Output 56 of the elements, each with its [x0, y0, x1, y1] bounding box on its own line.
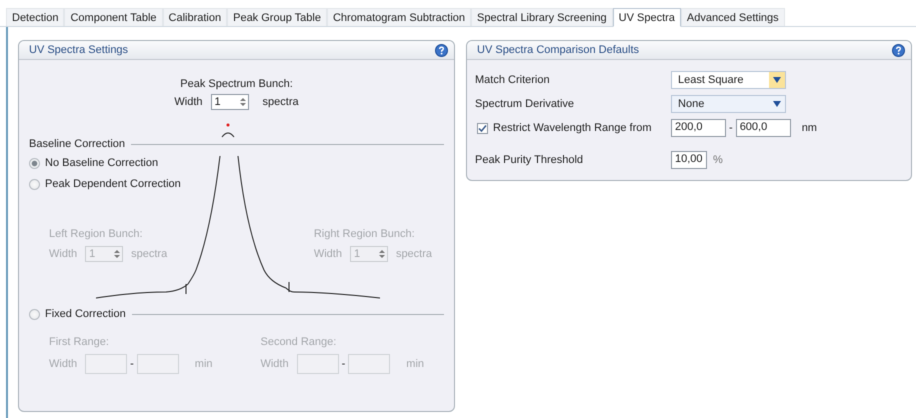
setting-label: Match Criterion — [475, 74, 550, 86]
group-title: Baseline Correction — [29, 138, 125, 150]
tab[interactable]: Spectral Library Screening — [471, 8, 613, 26]
radio-option[interactable]: Peak Dependent Correction — [29, 178, 181, 190]
radio-button[interactable] — [29, 308, 40, 320]
radio-option[interactable]: Fixed Correction — [29, 308, 126, 320]
panel-title: UV Spectra Comparison Defaults — [477, 44, 640, 56]
region-bunch-label: Left Region Bunch: — [49, 228, 144, 240]
tab[interactable]: Calibration — [162, 8, 228, 26]
radio-button[interactable] — [29, 158, 40, 168]
range-end-field[interactable]: 600,0 — [736, 119, 791, 137]
range-label: Second Range: — [260, 336, 338, 348]
checkbox-label: Restrict Wavelength Range from — [493, 122, 652, 134]
unit-label: spectra — [131, 248, 168, 260]
spin-box[interactable]: 1 — [210, 94, 249, 110]
dropdown[interactable]: Least Square — [671, 71, 786, 89]
range-separator: - — [729, 122, 733, 134]
unit-label: min — [406, 358, 424, 370]
dropdown-arrow-icon[interactable] — [773, 77, 782, 83]
range-end-field[interactable] — [136, 354, 179, 374]
tab[interactable]: Detection — [6, 8, 64, 26]
setting-label: Spectrum Derivative — [475, 98, 574, 110]
panel-title: UV Spectra Settings — [29, 44, 128, 56]
range-separator: - — [130, 358, 134, 370]
help-icon[interactable] — [892, 44, 905, 56]
peak-apex-drawing — [222, 124, 234, 138]
radio-option[interactable]: No Baseline Correction — [29, 157, 158, 169]
peak-bunch-label: Peak Spectrum Bunch: — [180, 78, 293, 90]
unit-label: spectra — [262, 96, 299, 108]
tab[interactable]: Peak Group Table — [227, 8, 327, 26]
unit-label: nm — [802, 122, 817, 134]
region-bunch-label: Right Region Bunch: — [314, 228, 416, 240]
width-label: Width — [49, 358, 78, 370]
spin-arrows-icon[interactable] — [240, 97, 246, 107]
width-label: Width — [174, 96, 203, 108]
tab[interactable]: Component Table — [64, 8, 163, 26]
threshold-field[interactable]: 10,00 — [671, 151, 708, 169]
range-label: First Range: — [49, 336, 110, 348]
width-label: Width — [49, 248, 78, 260]
help-icon[interactable] — [435, 44, 448, 56]
width-label: Width — [314, 248, 342, 260]
unit-label: % — [713, 154, 723, 166]
dropdown[interactable]: None — [671, 95, 786, 113]
radio-button[interactable] — [29, 178, 40, 190]
unit-label: min — [194, 358, 213, 370]
range-end-field[interactable] — [348, 354, 390, 374]
range-separator: - — [342, 358, 346, 370]
range-start-field[interactable]: 200,0 — [671, 119, 726, 137]
unit-label: spectra — [396, 248, 432, 260]
dropdown-arrow-icon[interactable] — [773, 101, 782, 107]
width-label: Width — [260, 358, 289, 370]
tab[interactable]: Chromatogram Subtraction — [326, 8, 472, 26]
checkbox[interactable] — [477, 122, 488, 134]
setting-label: Peak Purity Threshold — [475, 154, 584, 166]
tab[interactable]: Advanced Settings — [680, 8, 785, 26]
tab[interactable]: UV Spectra — [612, 8, 681, 27]
